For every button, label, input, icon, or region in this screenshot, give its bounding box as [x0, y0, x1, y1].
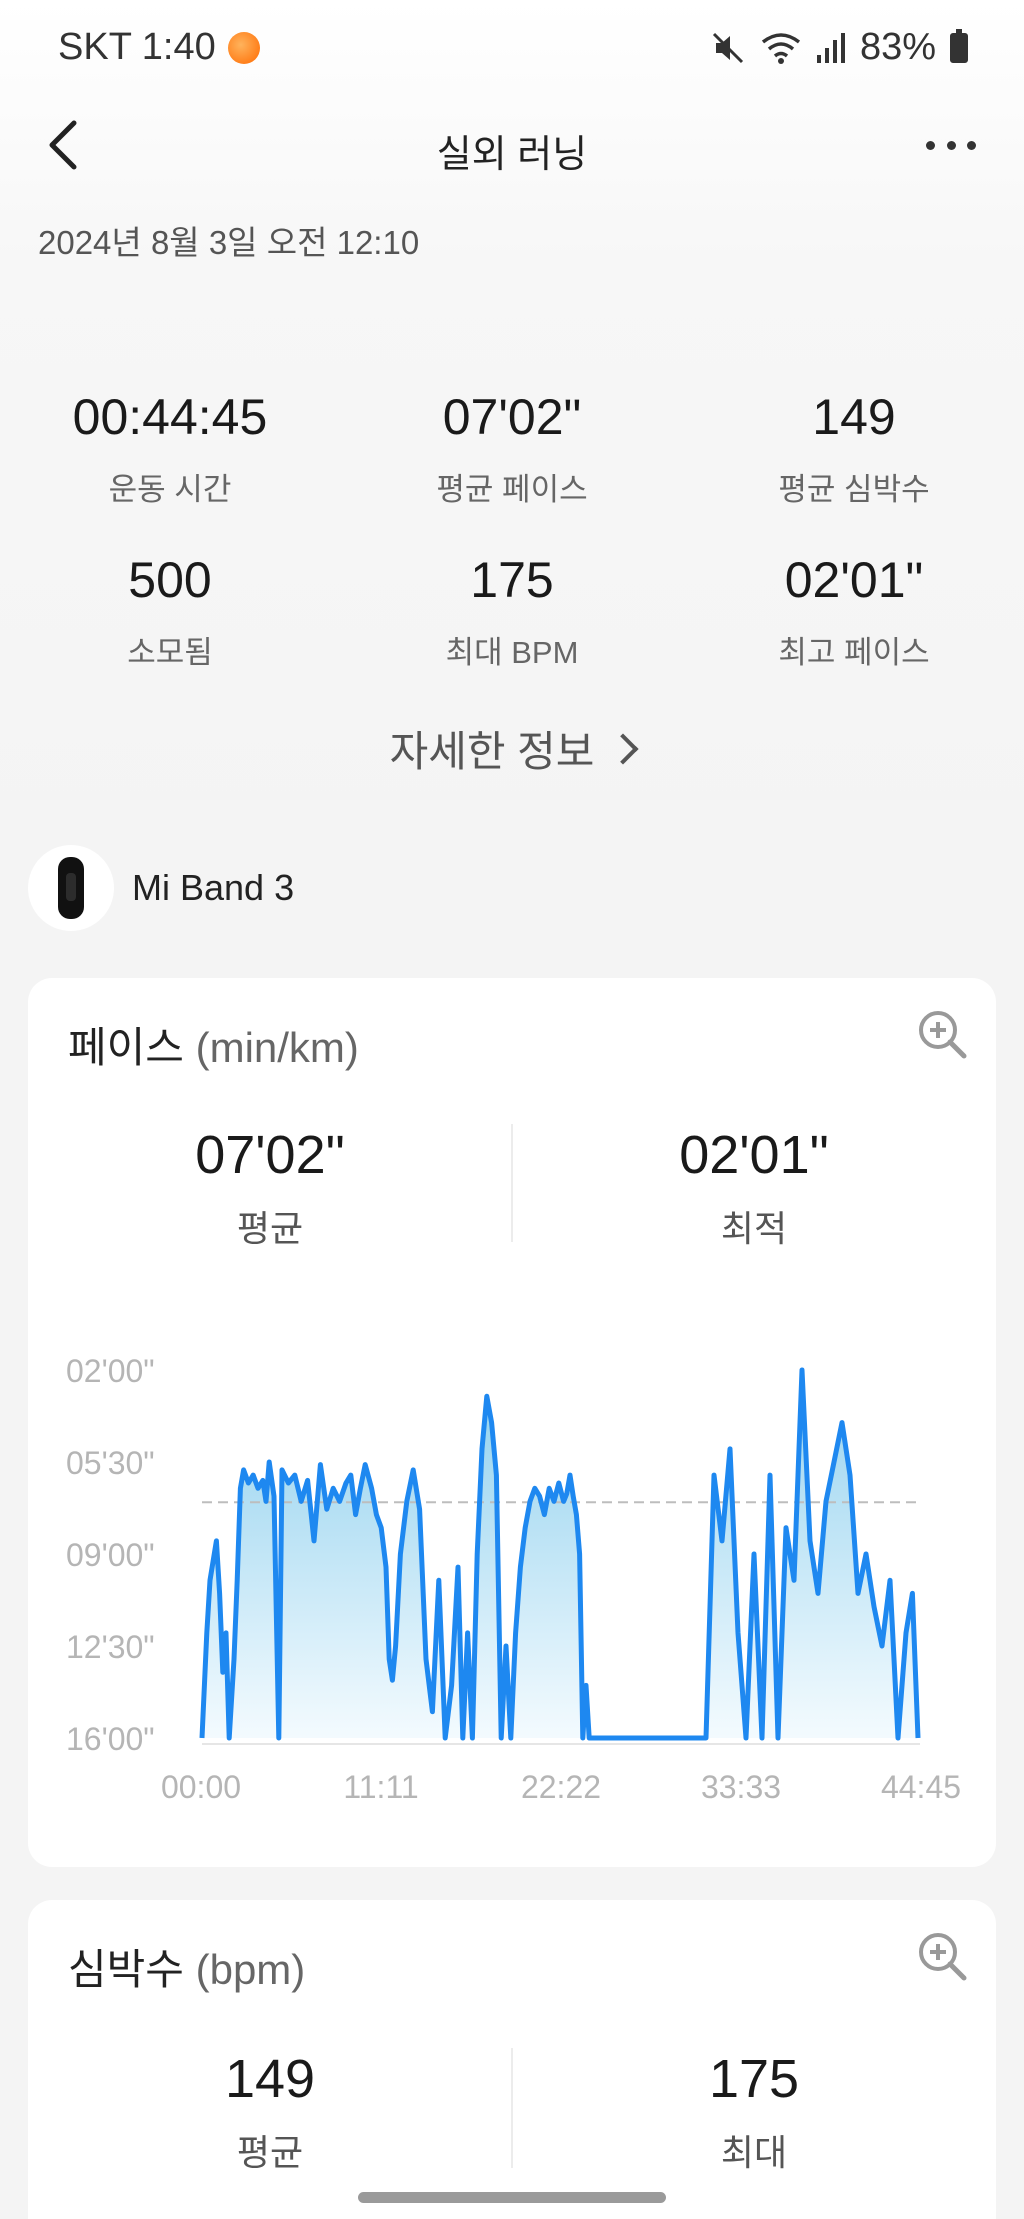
heart-rate-card-title: 심박수 (bpm) [68, 1936, 305, 1997]
more-dot-icon [926, 140, 935, 150]
y-tick-label: 05'30" [66, 1445, 155, 1481]
status-bar: SKT 1:40 83% [0, 0, 1024, 100]
metric-value: 149 [224, 2049, 316, 2109]
stat-value: 149 [812, 389, 896, 445]
pace-area-1 [202, 1396, 606, 1738]
stat-average-pace: 07'02" 평균 페이스 [342, 388, 682, 509]
x-tick-label: 22:22 [521, 1769, 601, 1805]
app-header: 실외 러닝 [0, 105, 1024, 185]
stat-average-heart-rate: 149 평균 심박수 [684, 388, 1024, 509]
stat-best-pace: 02'01" 최고 페이스 [684, 551, 1024, 672]
more-options-button[interactable] [926, 135, 976, 155]
heart-rate-average: 149 평균 [28, 2048, 512, 2176]
stat-value: 00:44:45 [72, 389, 268, 445]
stat-value: 175 [470, 552, 554, 608]
stat-label: 최고 페이스 [778, 635, 930, 670]
y-tick-label: 02'00" [66, 1353, 155, 1389]
signal-icon [816, 32, 845, 63]
stat-value: 02'01" [784, 552, 924, 608]
stat-duration: 00:44:45 운동 시간 [0, 388, 340, 509]
device-name: Mi Band 3 [132, 867, 295, 908]
y-tick-group: 02'00" 05'30" 09'00" 12'30" 16'00" [66, 1353, 155, 1757]
stat-label: 평균 심박수 [778, 472, 930, 507]
more-dot-icon [967, 140, 976, 150]
y-tick-label: 16'00" [66, 1721, 155, 1757]
details-link[interactable]: 자세한 정보 [0, 718, 1024, 779]
stat-label: 운동 시간 [108, 472, 232, 507]
home-indicator[interactable] [358, 2192, 666, 2203]
y-tick-label: 12'30" [66, 1629, 155, 1665]
page-title: 실외 러닝 [436, 134, 588, 176]
metric-label: 평균 [236, 2132, 304, 2173]
stat-calories: 500 소모됨 [0, 551, 340, 672]
heart-rate-card: 심박수 (bpm) 149 평균 175 최대 [28, 1900, 996, 2219]
pace-card: 페이스 (min/km) 07'02" 평균 02'01" 최적 02'00" 0 [28, 978, 996, 1867]
stat-max-bpm: 175 최대 BPM [342, 551, 682, 672]
stat-label: 소모됨 [127, 635, 213, 670]
battery-icon [950, 28, 968, 63]
x-tick-label: 33:33 [701, 1769, 781, 1805]
session-date: 2024년 8월 3일 오전 12:10 [38, 224, 420, 261]
device-row: Mi Band 3 [28, 845, 294, 931]
x-tick-group: 00:00 11:11 22:22 33:33 44:45 [161, 1769, 961, 1805]
more-dot-icon [946, 140, 956, 150]
stat-value: 500 [128, 552, 212, 608]
wifi-icon [761, 32, 801, 64]
x-tick-label: 11:11 [343, 1769, 418, 1805]
status-right: 83% [710, 26, 968, 69]
device-avatar [28, 845, 114, 931]
x-tick-label: 44:45 [881, 1769, 961, 1805]
x-tick-label: 00:00 [161, 1769, 241, 1805]
notification-dot-icon [227, 31, 260, 64]
zoom-in-icon[interactable] [916, 1930, 968, 1982]
mute-icon [712, 32, 743, 63]
card-title-text: 심박수 [68, 1946, 184, 1993]
metric-label: 최대 [720, 2132, 788, 2173]
battery-percent: 83% [859, 26, 936, 68]
chevron-right-icon [607, 732, 639, 765]
band-icon [58, 857, 84, 919]
y-tick-label: 09'00" [66, 1537, 155, 1573]
heart-rate-max: 175 최대 [512, 2048, 996, 2176]
pace-chart: 02'00" 05'30" 09'00" 12'30" 16'00" 00:00 11:1… [66, 1353, 961, 1805]
stat-label: 최대 BPM [445, 635, 579, 670]
metric-value: 175 [708, 2049, 800, 2109]
workout-detail-screen: SKT 1:40 83% 실외 러닝 2024년 8월 3일 오전 12:10 … [0, 0, 1024, 2219]
status-left: SKT 1:40 [58, 26, 260, 69]
details-link-label: 자세한 정보 [389, 728, 595, 775]
status-time: SKT 1:40 [58, 26, 216, 68]
stat-label: 평균 페이스 [436, 472, 588, 507]
card-title-unit: (bpm) [195, 1946, 306, 1993]
stat-value: 07'02" [442, 389, 582, 445]
